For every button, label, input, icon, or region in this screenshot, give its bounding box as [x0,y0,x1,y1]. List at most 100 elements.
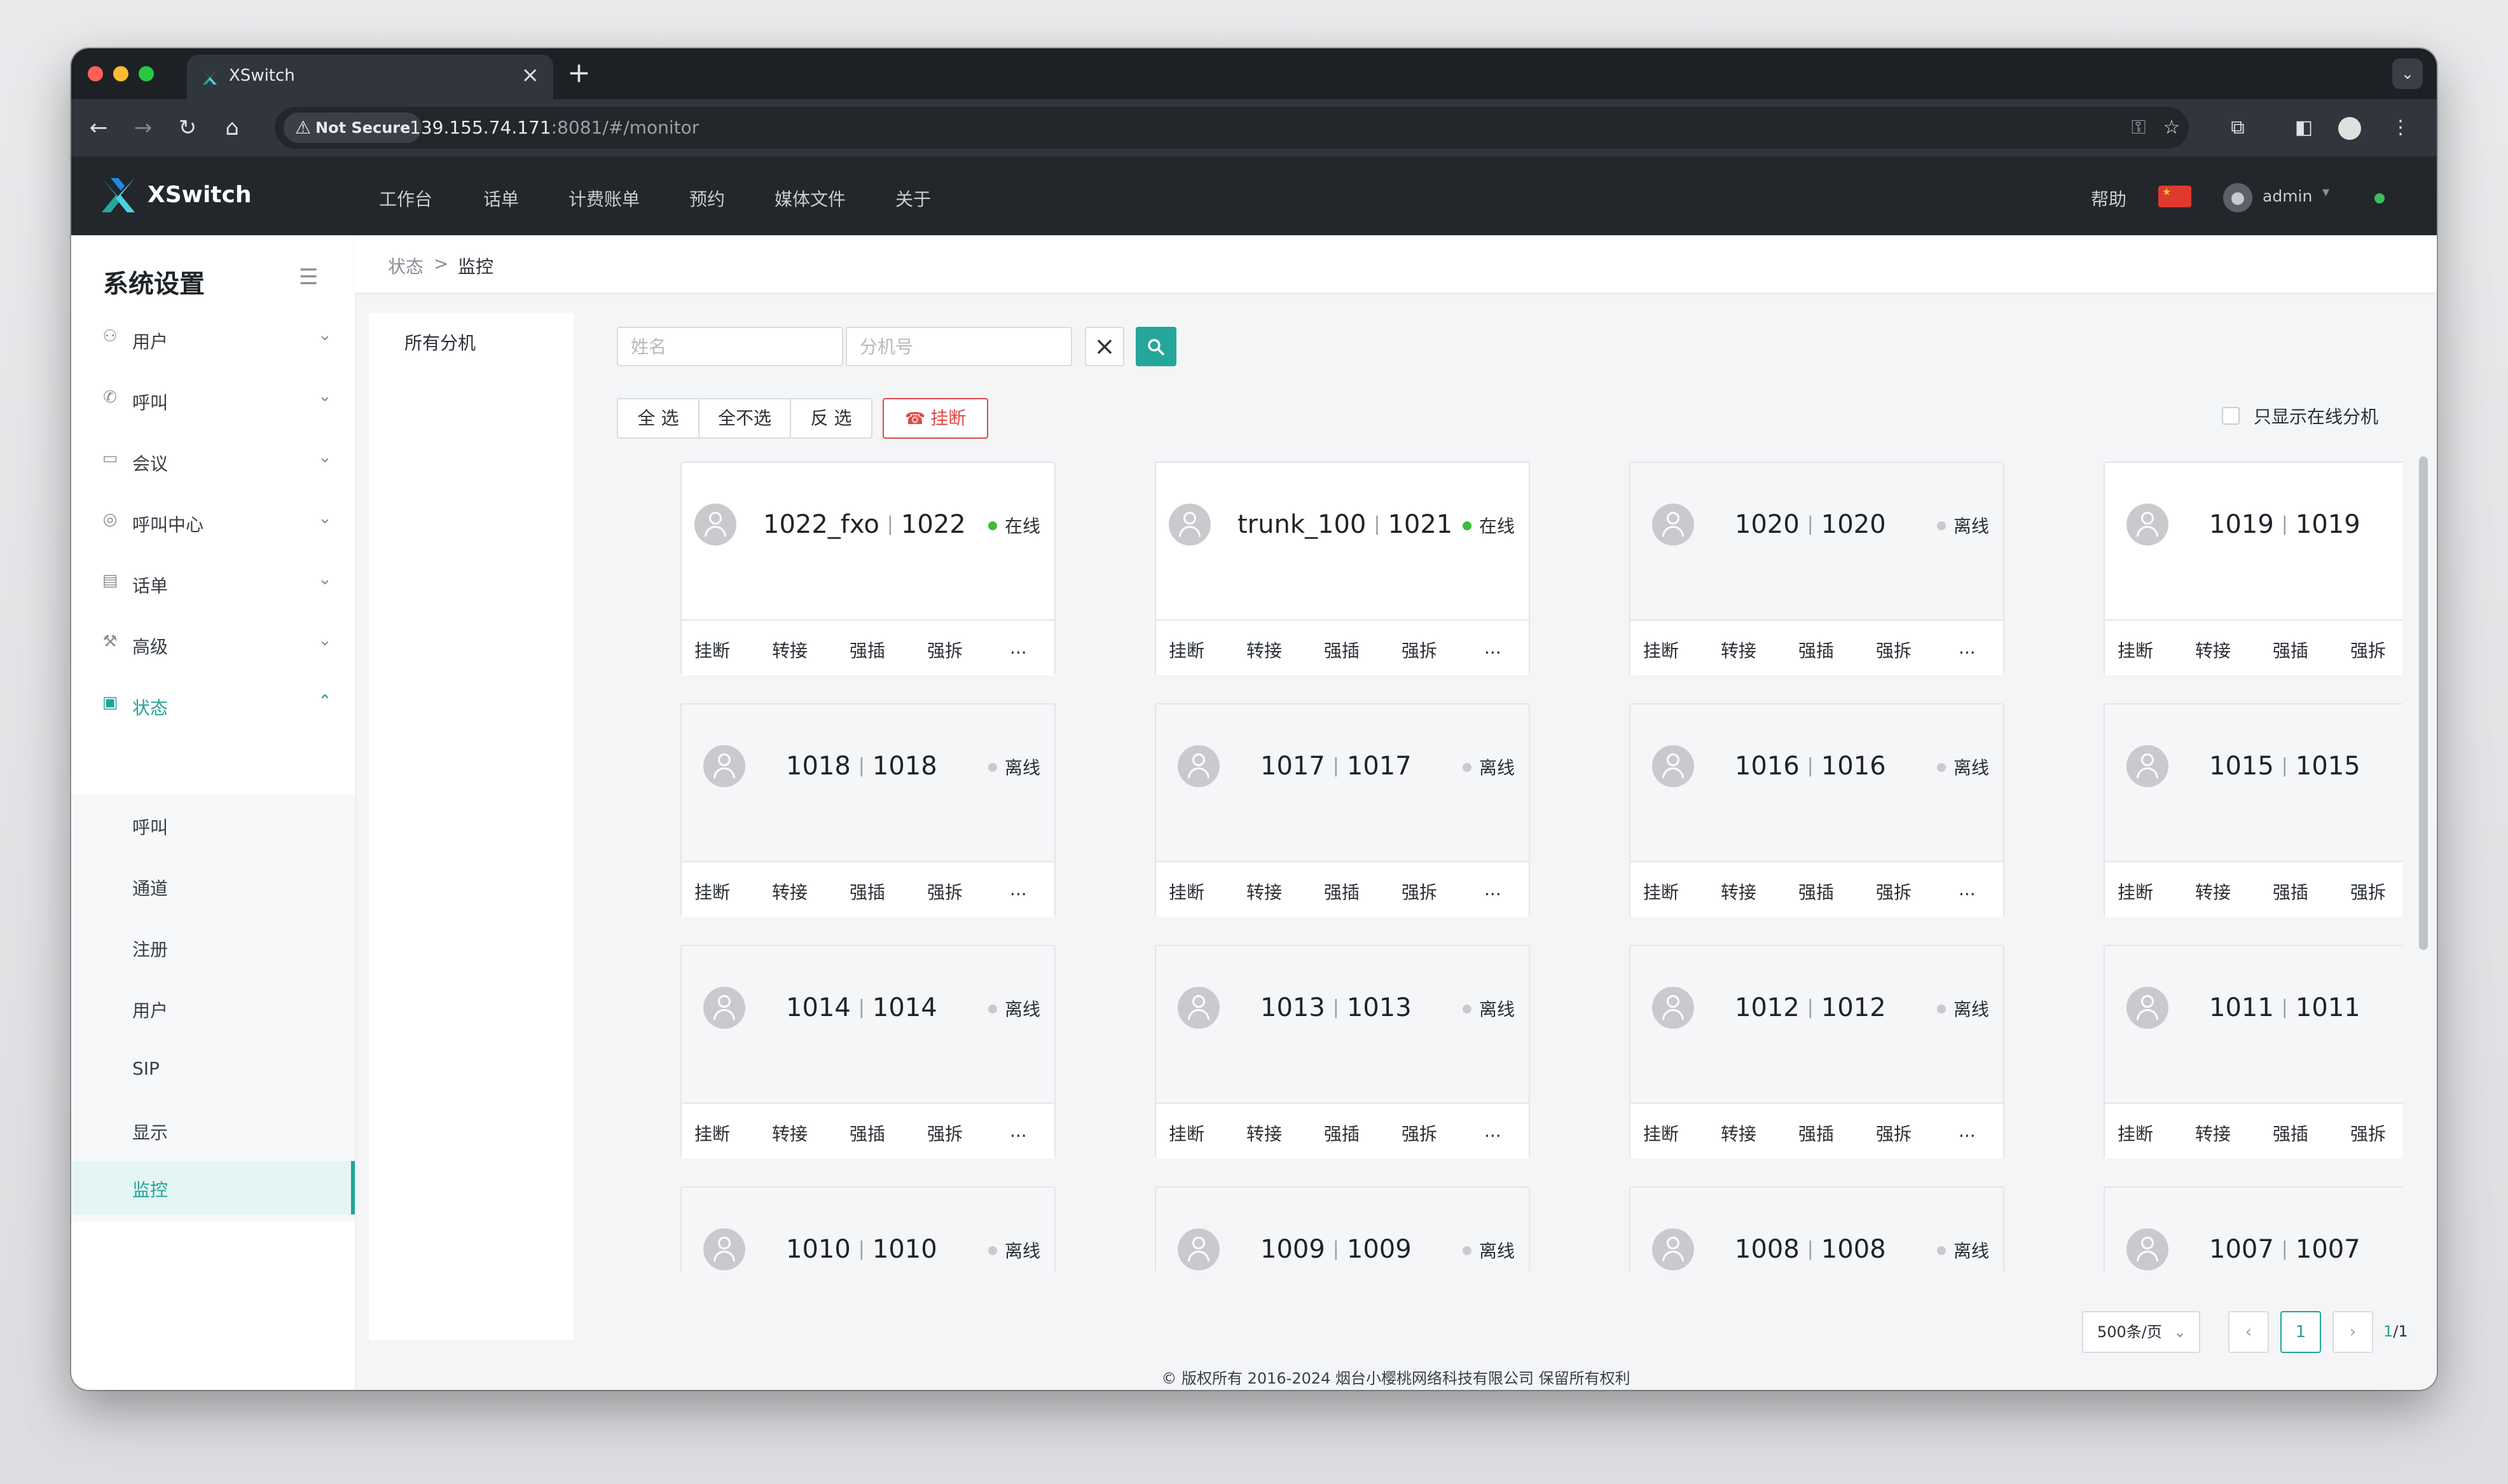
submenu-item-display[interactable]: 显示 [71,1100,355,1157]
sidebar-item-records[interactable]: ▤ 话单 ⌄ [71,552,355,613]
not-secure-badge[interactable]: ⚠ Not Secure [284,113,422,143]
extension-card[interactable]: 1017 | 1017 离线 挂断 转接 强插 强拆... [1155,703,1530,917]
card-action-intercept[interactable]: 强拆 [1402,879,1437,904]
page-size-select[interactable]: 500条/页 ⌄ [2082,1311,2200,1353]
reload-icon[interactable]: ↻ [172,112,203,144]
nav-workbench[interactable]: 工作台 [379,186,432,211]
select-none-button[interactable]: 全不选 [698,398,791,439]
address-bar[interactable]: ⚠ Not Secure 139.155.74.171:8081/#/monit… [275,107,2189,149]
card-action-intercept[interactable]: 强拆 [1402,637,1437,663]
submenu-item-sip[interactable]: SIP [71,1039,355,1096]
extension-card[interactable]: 1020 | 1020 离线 挂断 转接 强插 强拆... [1629,462,2004,675]
card-action-more[interactable]: ... [1484,1120,1501,1141]
card-action-barge[interactable]: 强插 [1798,1120,1834,1146]
card-action-barge[interactable]: 强插 [1324,879,1360,904]
card-action-hangup[interactable]: 挂断 [1643,1120,1679,1146]
card-action-barge[interactable]: 强插 [1798,879,1834,904]
card-action-intercept[interactable]: 强拆 [927,1120,963,1146]
card-action-transfer[interactable]: 转接 [1246,1120,1282,1146]
card-action-barge[interactable]: 强插 [850,879,885,904]
card-action-barge[interactable]: 强插 [850,637,885,663]
hangup-selected-button[interactable]: ☎ 挂断 [883,398,988,439]
forward-icon[interactable]: → [127,112,159,144]
nav-booking[interactable]: 预约 [689,186,725,211]
group-all-extensions[interactable]: 所有分机 [404,329,476,355]
card-action-more[interactable]: ... [1959,637,1976,658]
extensions-icon[interactable]: ⧉ [2223,113,2252,142]
invert-selection-button[interactable]: 反 选 [790,398,872,439]
card-action-transfer[interactable]: 转接 [2195,879,2231,904]
nav-records[interactable]: 话单 [483,186,519,211]
extension-card[interactable]: 1007|1007离线挂断转接强插强拆... [2104,1186,2402,1272]
submenu-item-registrations[interactable]: 注册 [71,917,355,974]
extension-card[interactable]: 1010|1010离线挂断转接强插强拆... [680,1186,1056,1272]
card-action-barge[interactable]: 强插 [1798,637,1834,663]
next-page-button[interactable]: › [2332,1311,2373,1353]
card-action-more[interactable]: ... [1959,1120,1976,1141]
minimize-window-button[interactable] [113,66,128,81]
close-window-button[interactable] [88,66,103,81]
tab-search-icon[interactable]: ⌄ [2392,58,2423,89]
card-action-transfer[interactable]: 转接 [772,637,808,663]
collapse-sidebar-icon[interactable]: ☰ [299,265,318,290]
user-name[interactable]: admin [2263,187,2312,205]
submenu-item-users[interactable]: 用户 [71,978,355,1035]
card-action-hangup[interactable]: 挂断 [1643,637,1679,663]
card-action-intercept[interactable]: 强拆 [1876,1120,1912,1146]
extension-card[interactable]: 1011|1011离线挂断转接强插强拆... [2104,945,2402,1158]
card-action-more[interactable]: ... [1484,879,1501,900]
key-icon[interactable]: ⚿ [2124,113,2153,142]
nav-billing[interactable]: 计费账单 [568,186,640,211]
name-input[interactable] [618,328,847,365]
card-action-more[interactable]: ... [1010,879,1027,900]
card-action-hangup[interactable]: 挂断 [694,637,730,663]
sidebar-item-call-center[interactable]: ◎ 呼叫中心 ⌄ [71,491,355,552]
checkbox-box[interactable] [2222,407,2240,425]
submenu-item-channels[interactable]: 通道 [71,856,355,913]
nav-media[interactable]: 媒体文件 [775,186,846,211]
sidebar-item-status[interactable]: ▣ 状态 ⌃ [71,674,355,735]
card-action-barge[interactable]: 强插 [2273,1120,2308,1146]
card-action-intercept[interactable]: 强拆 [1402,1120,1437,1146]
card-action-hangup[interactable]: 挂断 [2118,637,2153,663]
card-action-intercept[interactable]: 强拆 [927,879,963,904]
card-action-hangup[interactable]: 挂断 [1169,1120,1204,1146]
card-action-more[interactable]: ... [1010,637,1027,658]
sidebar-item-users[interactable]: ⚇ 用户 ⌄ [71,308,355,369]
extension-card[interactable]: 1008|1008离线挂断转接强插强拆... [1629,1186,2004,1272]
profile-avatar-icon[interactable] [2335,113,2364,142]
grid-scrollbar[interactable] [2419,457,2428,950]
card-action-intercept[interactable]: 强拆 [1876,879,1912,904]
prev-page-button[interactable]: ‹ [2228,1311,2269,1353]
card-action-transfer[interactable]: 转接 [772,879,808,904]
card-action-transfer[interactable]: 转接 [1246,637,1282,663]
bookmark-star-icon[interactable]: ☆ [2157,113,2186,142]
card-action-hangup[interactable]: 挂断 [1643,879,1679,904]
extension-card[interactable]: 1013 | 1013 离线 挂断 转接 强插 强拆... [1155,945,1530,1158]
card-action-intercept[interactable]: 强拆 [2350,879,2386,904]
maximize-window-button[interactable] [139,66,154,81]
card-action-hangup[interactable]: 挂断 [2118,879,2153,904]
extension-card[interactable]: 1022_fxo | 1022 在线 挂断 转接 强插 强拆... [680,462,1056,675]
card-action-barge[interactable]: 强插 [1324,1120,1360,1146]
extension-card[interactable]: 1009|1009离线挂断转接强插强拆... [1155,1186,1530,1272]
card-action-transfer[interactable]: 转接 [2195,1120,2231,1146]
extension-input[interactable] [847,328,1076,365]
search-button[interactable] [1136,327,1176,366]
card-action-hangup[interactable]: 挂断 [694,1120,730,1146]
card-action-hangup[interactable]: 挂断 [694,879,730,904]
card-action-hangup[interactable]: 挂断 [2118,1120,2153,1146]
card-action-hangup[interactable]: 挂断 [1169,637,1204,663]
nav-about[interactable]: 关于 [895,186,931,211]
extension-card[interactable]: trunk_100 | 1021 在线 挂断 转接 强插 强拆... [1155,462,1530,675]
card-action-more[interactable]: ... [1010,1120,1027,1141]
card-action-barge[interactable]: 强插 [2273,879,2308,904]
extension-card[interactable]: 1016 | 1016 离线 挂断 转接 强插 强拆... [1629,703,2004,917]
sidebar-item-meeting[interactable]: ▭ 会议 ⌄ [71,430,355,491]
card-action-intercept[interactable]: 强拆 [2350,1120,2386,1146]
card-action-transfer[interactable]: 转接 [2195,637,2231,663]
breadcrumb-parent[interactable]: 状态 [388,253,424,278]
card-action-more[interactable]: ... [1959,879,1976,900]
back-icon[interactable]: ← [83,112,114,144]
card-action-barge[interactable]: 强插 [2273,637,2308,663]
